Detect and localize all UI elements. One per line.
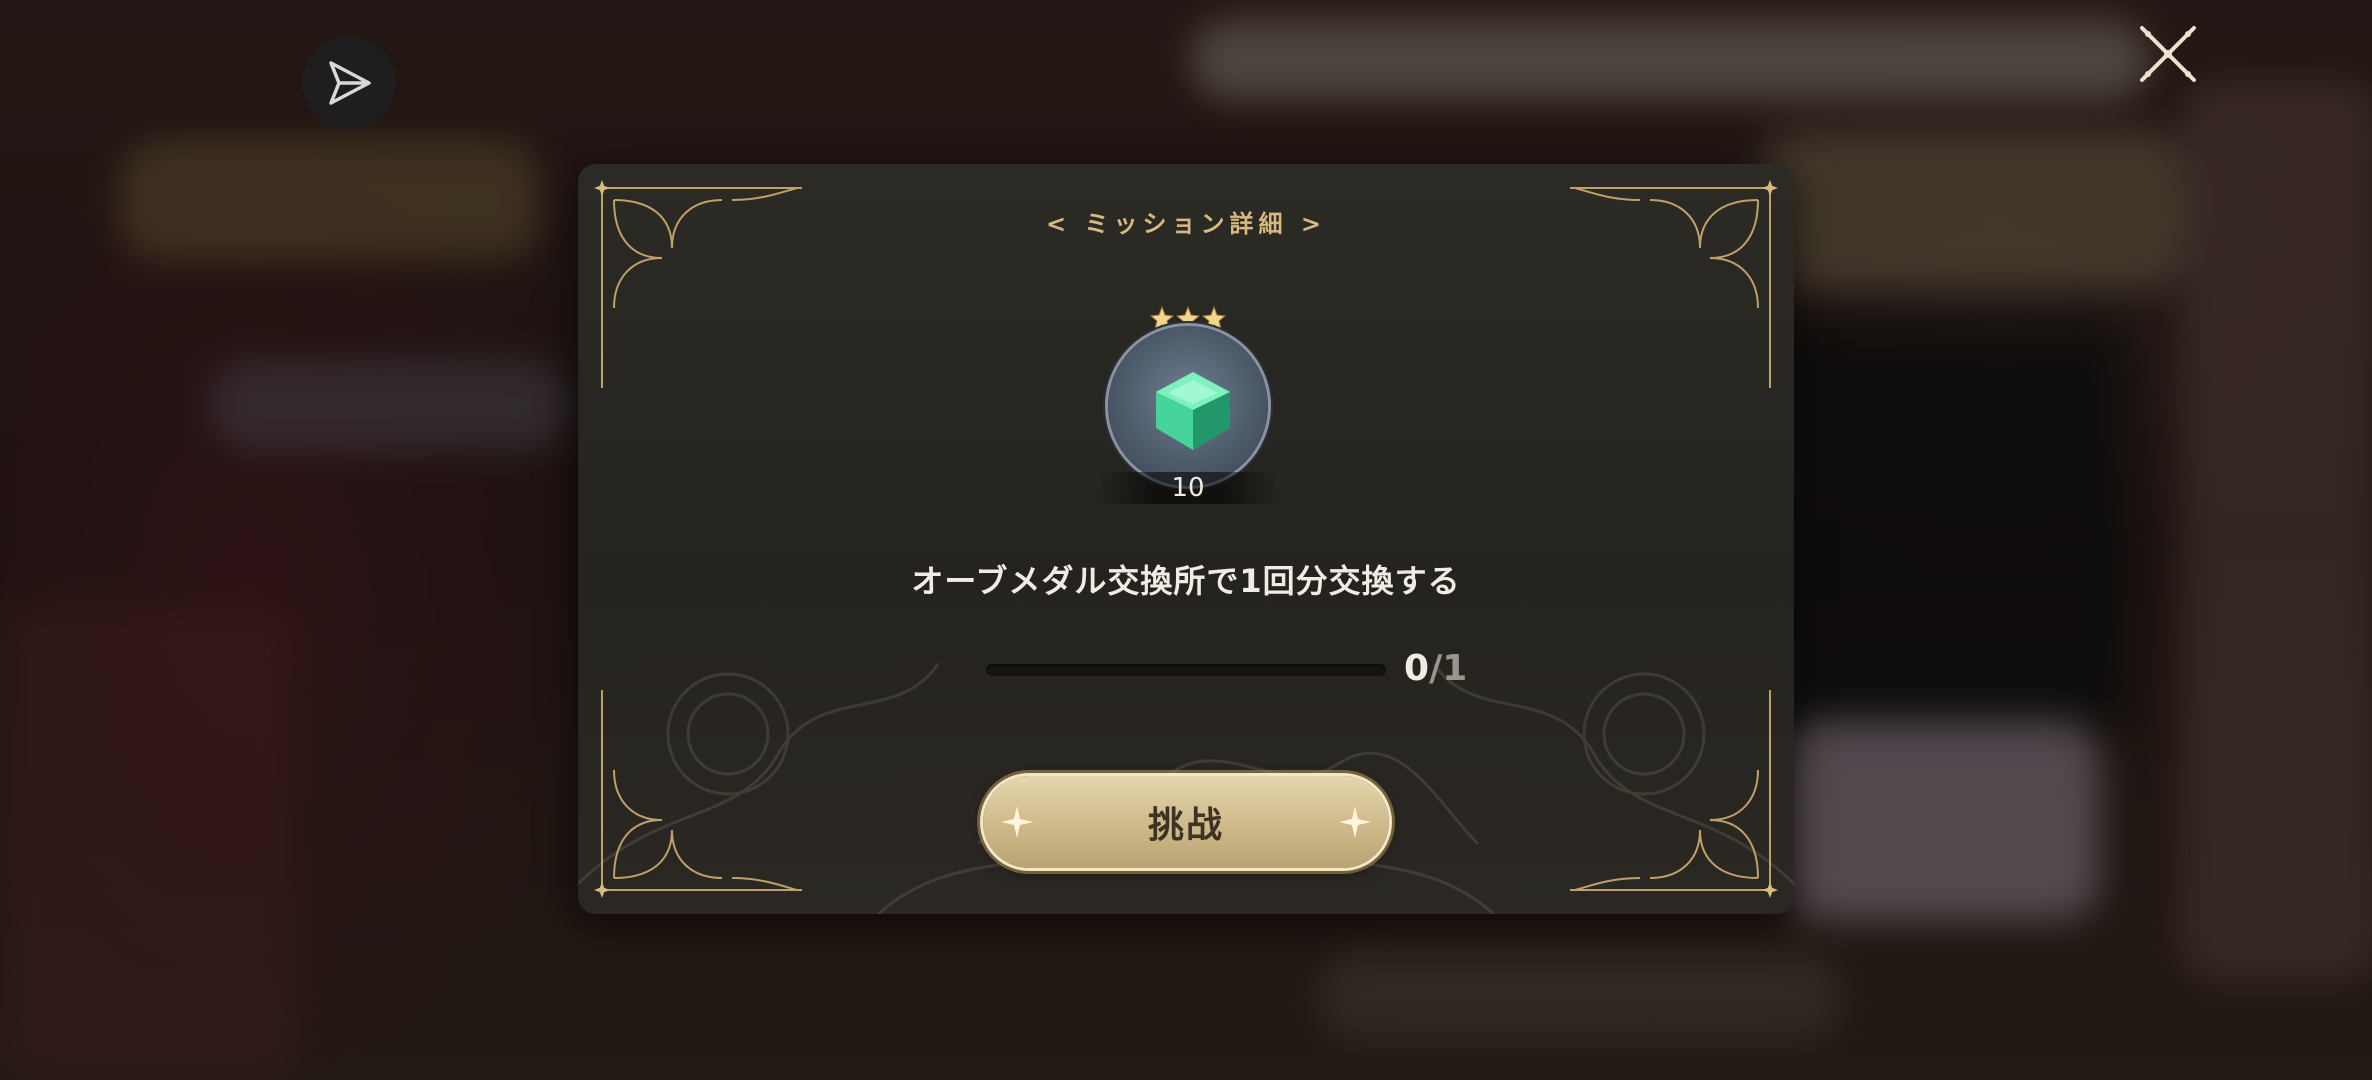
challenge-button[interactable]: 挑战 [983, 776, 1389, 868]
share-button[interactable] [302, 36, 396, 130]
close-button[interactable] [2132, 18, 2204, 90]
mission-description: オーブメダル交換所で1回分交換する [911, 562, 1461, 600]
close-icon [2140, 26, 2196, 82]
corner-ornament [1570, 690, 1778, 898]
progress-separator: / [1429, 648, 1443, 689]
star-icon [1149, 305, 1175, 331]
reward-quantity: 10 [1098, 472, 1278, 504]
star-icon [1201, 305, 1227, 331]
sparkle-icon [1001, 806, 1033, 838]
corner-ornament [594, 690, 802, 898]
dialog-title: < ミッション詳細 > [1046, 210, 1326, 238]
progress-count: 0/1 [1404, 648, 1467, 689]
reward-item[interactable]: 10 [1098, 304, 1278, 504]
medal-frame [1108, 326, 1268, 486]
green-gem-icon [1156, 372, 1230, 450]
progress-current: 0 [1404, 648, 1430, 689]
challenge-button-label: 挑战 [1147, 805, 1224, 846]
mission-detail-dialog: < ミッション詳細 > 10 オーブメダル交換所で1回分交換する 0/1 挑战 [578, 164, 1794, 914]
sparkle-icon [1339, 806, 1371, 838]
progress-total: 1 [1442, 648, 1468, 689]
progress-bar [986, 664, 1386, 676]
share-icon [329, 61, 371, 105]
